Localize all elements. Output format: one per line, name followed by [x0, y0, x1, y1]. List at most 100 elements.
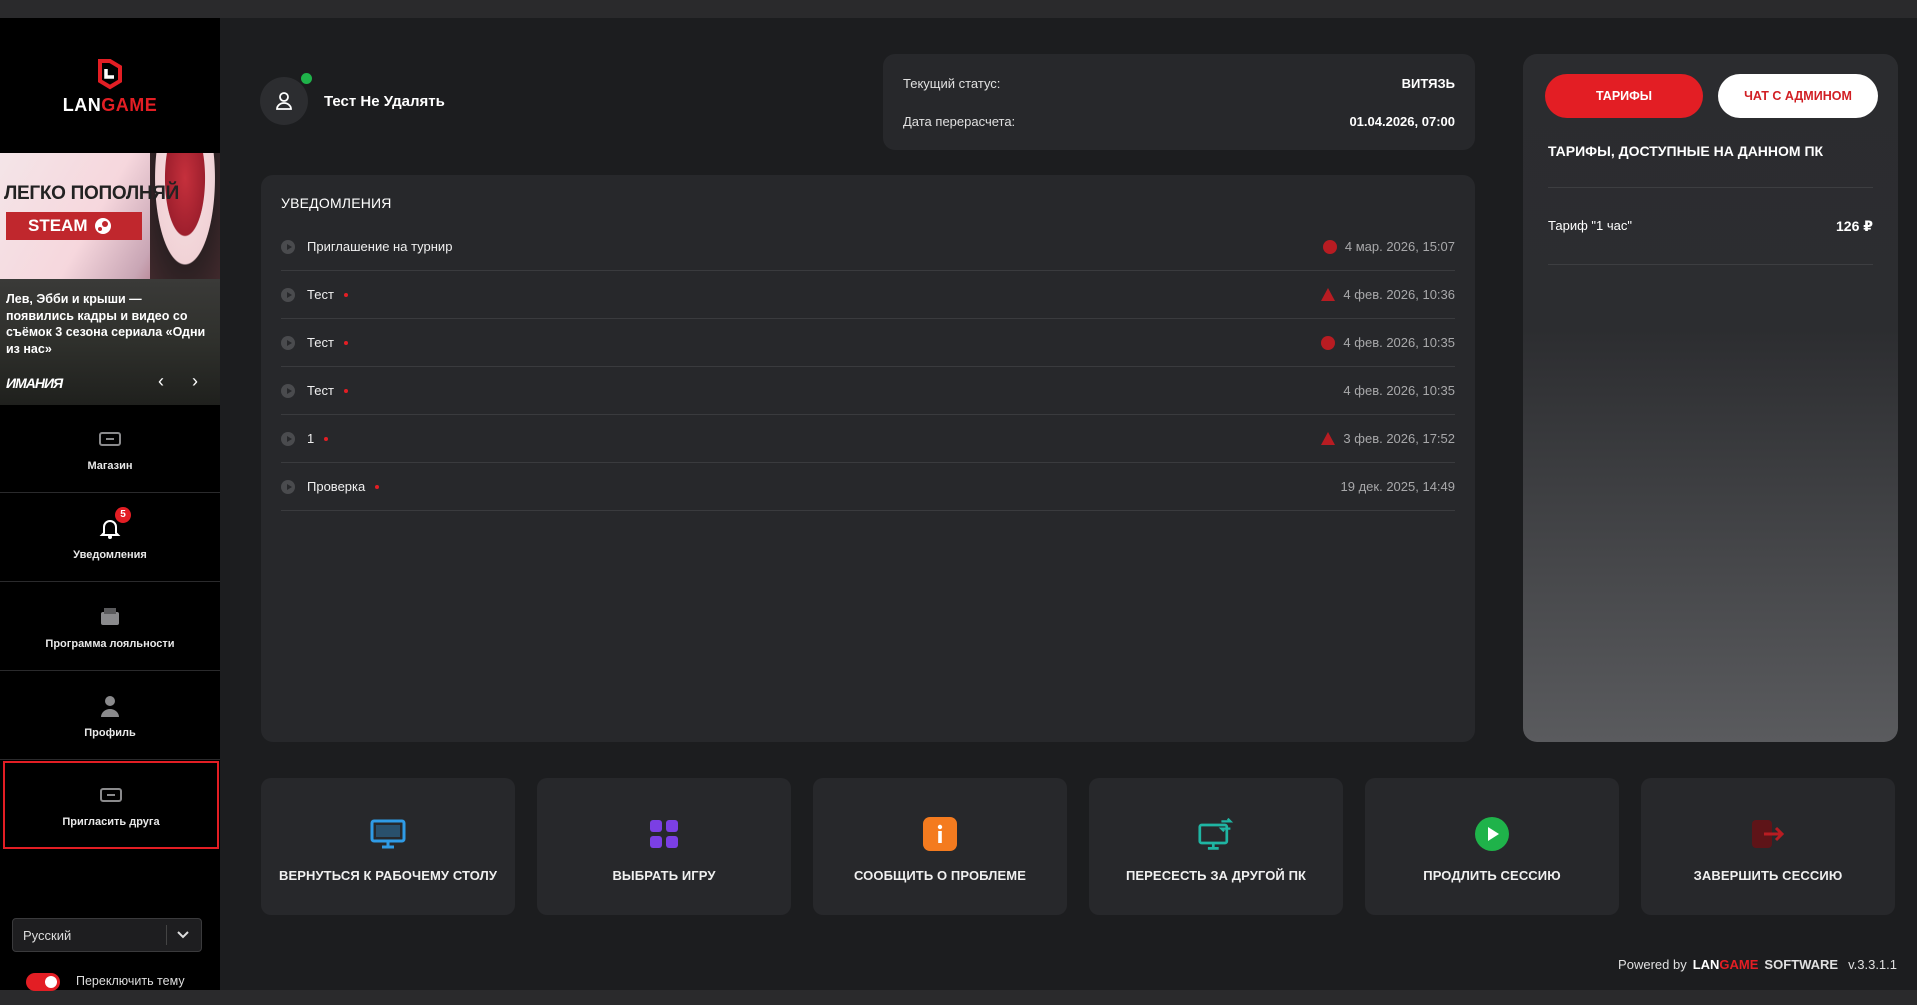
expand-icon[interactable] — [281, 431, 295, 446]
powered-by: Powered by LANGAME SOFTWARE v.3.3.1.1 — [1618, 957, 1897, 972]
online-status-icon — [299, 71, 314, 86]
bottom-bar — [0, 990, 1917, 1005]
logo: LANGAME — [0, 18, 220, 153]
promo-banner[interactable]: ЛЕГКО ПОПОЛНЯЙ STEAM — [0, 153, 220, 279]
notification-meta: 4 фев. 2026, 10:35 — [1343, 383, 1455, 398]
action-label: ЗАВЕРШИТЬ СЕССИЮ — [1693, 868, 1843, 883]
unread-dot-icon — [343, 340, 348, 345]
notification-text: Приглашение на турнир — [307, 239, 453, 254]
tab-tariffs[interactable]: ТАРИФЫ — [1545, 74, 1703, 118]
sidebar-item-label: Пригласить друга — [62, 816, 160, 828]
switch-pc-icon — [1198, 816, 1234, 852]
theme-toggle-label: Переключить тему — [76, 974, 185, 988]
recalc-date-label: Дата перерасчета: — [903, 114, 1016, 129]
notification-item[interactable]: Тест 4 фев. 2026, 10:35 — [281, 319, 1455, 367]
action-label: ВЕРНУТЬСЯ К РАБОЧЕМУ СТОЛУ — [278, 868, 498, 883]
notifications-panel: УВЕДОМЛЕНИЯ Приглашение на турнир 4 мар. … — [261, 175, 1475, 742]
news-text: Лев, Эбби и крыши — появились кадры и ви… — [6, 292, 206, 356]
notifications-list: Приглашение на турнир 4 мар. 2026, 15:07 Т… — [281, 223, 1455, 511]
priority-high-icon — [1322, 239, 1337, 254]
monitor-icon — [370, 816, 406, 852]
user-icon — [101, 695, 119, 717]
unread-dot-icon — [375, 484, 380, 489]
unread-dot-icon — [324, 436, 329, 441]
notification-text: Тест — [307, 287, 334, 302]
notification-item[interactable]: Тест 4 фев. 2026, 10:36 — [281, 271, 1455, 319]
expand-icon[interactable] — [281, 383, 295, 398]
sidebar-item-label: Магазин — [87, 459, 133, 472]
play-icon — [1474, 816, 1510, 852]
footer-software: SOFTWARE — [1764, 957, 1839, 972]
action-label: ПРОДЛИТЬ СЕССИЮ — [1423, 868, 1561, 883]
news-prev-button[interactable]: ‹ — [151, 371, 171, 391]
sidebar-item-label: Профиль — [84, 726, 136, 739]
notification-badge: 5 — [115, 506, 131, 523]
notification-meta: 4 фев. 2026, 10:35 — [1321, 335, 1455, 350]
notification-text: Тест — [307, 335, 334, 350]
notification-meta: 4 фев. 2026, 10:36 — [1321, 287, 1455, 302]
sidebar-item-loyalty[interactable]: Программа лояльности — [0, 583, 220, 671]
news-source: ИМАНИЯ — [6, 375, 63, 391]
divider — [1548, 187, 1873, 188]
sidebar-item-label: Уведомления — [73, 548, 147, 561]
switch-pc-button[interactable]: ПЕРЕСЕСТЬ ЗА ДРУГОЙ ПК — [1089, 778, 1343, 915]
sidebar-item-notifications[interactable]: 5 Уведомления — [0, 494, 220, 582]
current-status-label: Текущий статус: — [903, 76, 1001, 91]
expand-icon[interactable] — [281, 287, 295, 302]
status-card: Текущий статус: ВИТЯЗЬ Дата перерасчета:… — [883, 54, 1475, 150]
notification-meta: 19 дек. 2025, 14:49 — [1341, 479, 1455, 494]
user-icon — [276, 92, 292, 110]
news-next-button[interactable]: › — [185, 371, 205, 391]
action-bar: ВЕРНУТЬСЯ К РАБОЧЕМУ СТОЛУ ВЫБРАТЬ ИГРУ … — [261, 778, 1898, 915]
expand-icon[interactable] — [281, 335, 295, 350]
steam-icon — [94, 218, 111, 234]
end-session-button[interactable]: ЗАВЕРШИТЬ СЕССИЮ — [1641, 778, 1895, 915]
tab-admin-chat[interactable]: ЧАТ С АДМИНОМ — [1718, 74, 1878, 118]
expand-icon[interactable] — [281, 479, 295, 494]
return-to-desktop-button[interactable]: ВЕРНУТЬСЯ К РАБОЧЕМУ СТОЛУ — [261, 778, 515, 915]
app-version: v.3.3.1.1 — [1848, 957, 1897, 972]
language-value: Русский — [23, 927, 72, 943]
top-bar — [0, 0, 1917, 18]
notification-item[interactable]: 1 3 фев. 2026, 17:52 — [281, 415, 1455, 463]
current-status-row: Текущий статус: ВИТЯЗЬ — [903, 76, 1455, 91]
sidebar: LANGAME ЛЕГКО ПОПОЛНЯЙ STEAM Лев, Эбби и… — [0, 18, 220, 991]
invite-icon — [100, 788, 122, 802]
avatar[interactable] — [260, 71, 314, 125]
notification-date: 19 дек. 2025, 14:49 — [1340, 479, 1455, 494]
sidebar-item-invite[interactable]: Пригласить друга — [3, 761, 219, 849]
notification-text: Тест — [307, 383, 334, 398]
news-banner[interactable]: Лев, Эбби и крыши — появились кадры и ви… — [0, 279, 220, 405]
notification-text: 1 — [307, 431, 315, 446]
extend-session-button[interactable]: ПРОДЛИТЬ СЕССИЮ — [1365, 778, 1619, 915]
logo-text: LANGAME — [62, 95, 158, 115]
language-select[interactable]: Русский — [12, 918, 202, 952]
sidebar-item-shop[interactable]: Магазин — [0, 405, 220, 493]
tariff-name: Тариф "1 час" — [1548, 218, 1632, 233]
bell-icon-wrap: 5 — [96, 506, 131, 541]
recalc-date-row: Дата перерасчета: 01.04.2026, 07:00 — [903, 114, 1455, 129]
expand-icon[interactable] — [281, 239, 295, 254]
sidebar-item-profile[interactable]: Профиль — [0, 672, 220, 760]
notification-item[interactable]: Тест 4 фев. 2026, 10:35 — [281, 367, 1455, 415]
choose-game-button[interactable]: ВЫБРАТЬ ИГРУ — [537, 778, 791, 915]
notification-date: 3 фев. 2026, 17:52 — [1343, 431, 1455, 446]
user-block: Тест Не Удалять — [260, 71, 445, 125]
grid-icon — [646, 816, 682, 852]
current-status-value: ВИТЯЗЬ — [1401, 76, 1455, 91]
recalc-date-value: 01.04.2026, 07:00 — [1349, 114, 1455, 129]
tariff-item[interactable]: Тариф "1 час" 126 ₽ — [1548, 218, 1873, 235]
theme-toggle[interactable] — [26, 973, 60, 991]
select-divider — [166, 925, 167, 945]
promo-image — [150, 153, 220, 279]
action-label: ВЫБРАТЬ ИГРУ — [612, 868, 716, 883]
notification-date: 4 фев. 2026, 10:35 — [1343, 335, 1455, 350]
notification-item[interactable]: Проверка 19 дек. 2025, 14:49 — [281, 463, 1455, 511]
chevron-down-icon — [177, 931, 189, 939]
report-problem-button[interactable]: СООБЩИТЬ О ПРОБЛЕМЕ — [813, 778, 1067, 915]
notification-item[interactable]: Приглашение на турнир 4 мар. 2026, 15:07 — [281, 223, 1455, 271]
warning-icon — [1321, 288, 1336, 301]
tariffs-heading: ТАРИФЫ, ДОСТУПНЫЕ НА ДАННОМ ПК — [1548, 143, 1824, 159]
promo-headline: ЛЕГКО ПОПОЛНЯЙ — [4, 183, 179, 204]
tariff-price: 126 ₽ — [1836, 218, 1873, 234]
